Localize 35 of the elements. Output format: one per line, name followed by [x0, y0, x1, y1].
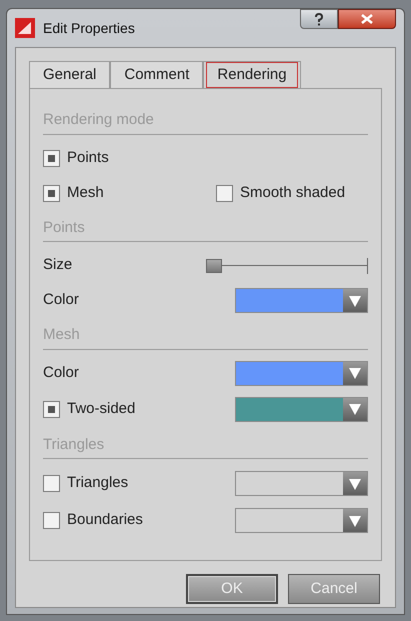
app-logo-icon: [15, 18, 35, 38]
checkbox[interactable]: [43, 475, 60, 492]
field-label: Boundaries: [67, 510, 143, 530]
section-header: Mesh: [43, 324, 368, 350]
field-label: Smooth shaded: [240, 182, 346, 203]
close-button[interactable]: [338, 9, 396, 29]
tab[interactable]: Rendering: [203, 61, 301, 88]
close-icon: [361, 14, 373, 24]
section-header: Triangles: [43, 434, 368, 459]
field-label: Points: [67, 148, 109, 168]
checkbox[interactable]: [216, 184, 233, 202]
field-label: Two-sided: [67, 398, 136, 419]
checkbox[interactable]: [43, 512, 60, 529]
help-button[interactable]: [300, 9, 338, 29]
slider-thumb[interactable]: [206, 258, 222, 272]
help-icon: [314, 12, 324, 26]
window-title: Edit Properties: [43, 18, 135, 38]
field-label: Size: [43, 255, 72, 276]
color-dropdown[interactable]: [235, 396, 368, 422]
checkbox[interactable]: [43, 184, 60, 202]
field-label: Color: [43, 290, 79, 310]
field-label: Color: [43, 362, 79, 383]
field-label: Triangles: [67, 473, 128, 494]
color-dropdown[interactable]: [235, 508, 368, 533]
field-label: Mesh: [67, 182, 104, 203]
checkbox[interactable]: [43, 150, 60, 166]
checkbox[interactable]: [43, 400, 60, 418]
section-header: Points: [43, 216, 368, 242]
color-dropdown[interactable]: [235, 471, 368, 496]
tab[interactable]: Comment: [110, 61, 204, 88]
section-header: Rendering mode: [43, 109, 368, 134]
color-dropdown[interactable]: [235, 288, 368, 313]
color-dropdown[interactable]: [235, 360, 368, 386]
size-slider[interactable]: [206, 258, 368, 274]
tab[interactable]: General: [29, 61, 110, 88]
